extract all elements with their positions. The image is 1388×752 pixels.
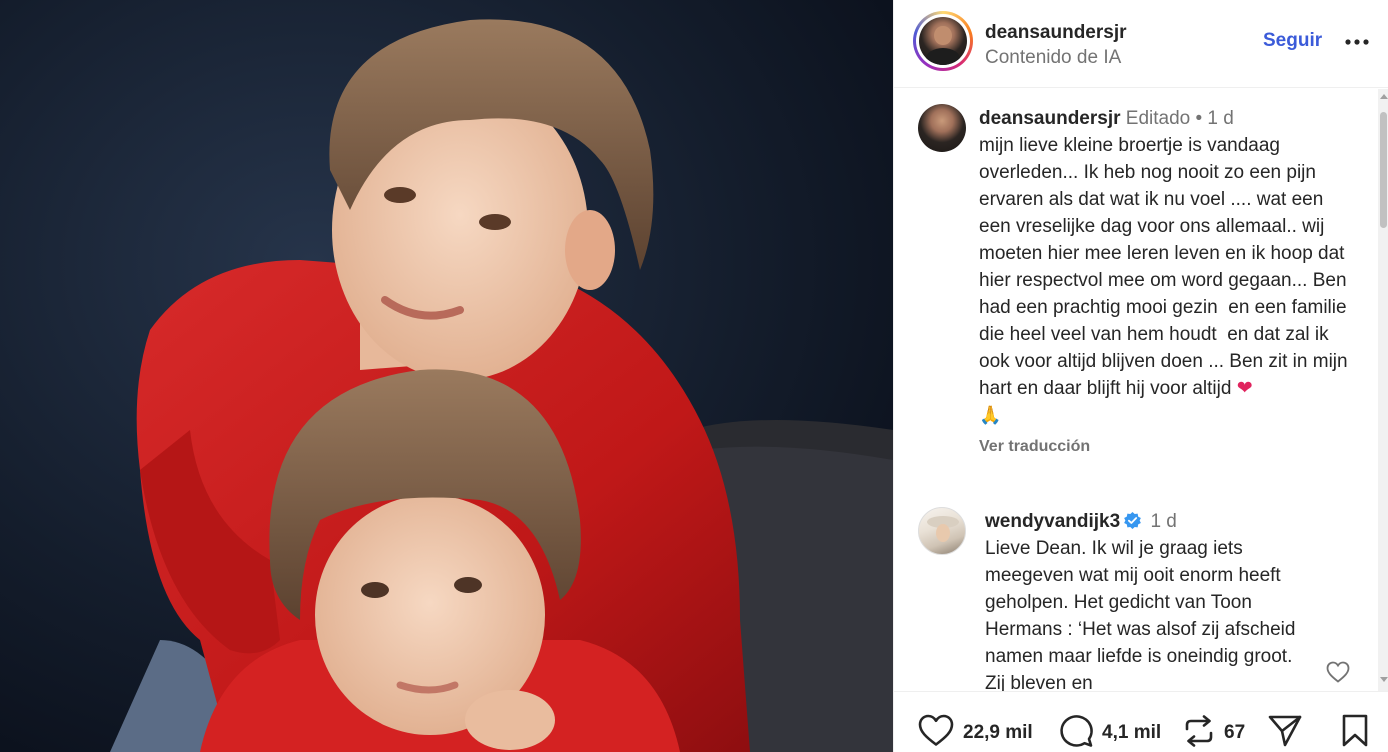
follow-button[interactable]: Seguir: [1263, 30, 1322, 52]
comments-list[interactable]: deansaundersjr Editado • 1 d mijn lieve …: [894, 89, 1378, 691]
more-horizontal-icon[interactable]: [1342, 26, 1372, 56]
comments-count[interactable]: 4,1 mil: [1102, 722, 1161, 744]
scrollbar-thumb[interactable]: [1380, 112, 1387, 228]
like-heart-icon[interactable]: [918, 714, 954, 752]
comment-meta: 1 d: [1150, 511, 1177, 532]
heart-emoji: ❤: [1236, 377, 1253, 399]
comment-text: mijn lieve kleine broertje is vandaag ov…: [979, 135, 1353, 426]
photo-illustration: [0, 0, 893, 752]
praying-hands-emoji: 🙏: [979, 405, 1002, 426]
post-side-panel: deansaundersjr Contenido de IA Seguir de…: [893, 0, 1388, 752]
verified-badge-icon: [1124, 511, 1142, 530]
comment-avatar[interactable]: [918, 104, 966, 152]
comment-meta: Editado • 1 d: [1125, 108, 1234, 129]
post-actions-bar: 22,9 mil 4,1 mil 67: [894, 691, 1388, 752]
comment-username[interactable]: deansaundersjr: [979, 108, 1121, 129]
reposts-count[interactable]: 67: [1224, 722, 1245, 744]
comments-scrollbar[interactable]: [1378, 89, 1388, 691]
comment-text: Lieve Dean. Ik wil je graag iets meegeve…: [985, 538, 1301, 691]
author-avatar: [919, 17, 967, 65]
ai-content-label[interactable]: Contenido de IA: [985, 47, 1121, 69]
post-photo[interactable]: [0, 0, 893, 752]
comment-header: deansaundersjr Editado • 1 d: [979, 105, 1359, 132]
comment: wendyvandijk3 1 d Lieve Dean. Ik wil je …: [985, 508, 1315, 691]
author-avatar-story-ring[interactable]: [913, 11, 973, 71]
author-username[interactable]: deansaundersjr: [985, 22, 1127, 44]
comment-avatar[interactable]: [918, 507, 966, 555]
share-paper-plane-icon[interactable]: [1268, 714, 1302, 752]
repost-icon[interactable]: [1182, 714, 1216, 752]
comment-header: wendyvandijk3 1 d: [985, 508, 1315, 535]
scroll-down-arrow-icon[interactable]: [1380, 677, 1388, 682]
caption-comment: deansaundersjr Editado • 1 d mijn lieve …: [979, 105, 1359, 460]
scroll-up-arrow-icon[interactable]: [1380, 94, 1388, 99]
comment-bubble-icon[interactable]: [1058, 714, 1094, 752]
likes-count[interactable]: 22,9 mil: [963, 722, 1033, 744]
post-header: deansaundersjr Contenido de IA Seguir: [894, 0, 1388, 88]
see-translation-link[interactable]: Ver traducción: [979, 433, 1359, 460]
comment-username[interactable]: wendyvandijk3: [985, 511, 1120, 532]
like-comment-heart-icon[interactable]: [1326, 661, 1350, 683]
save-bookmark-icon[interactable]: [1341, 714, 1369, 752]
